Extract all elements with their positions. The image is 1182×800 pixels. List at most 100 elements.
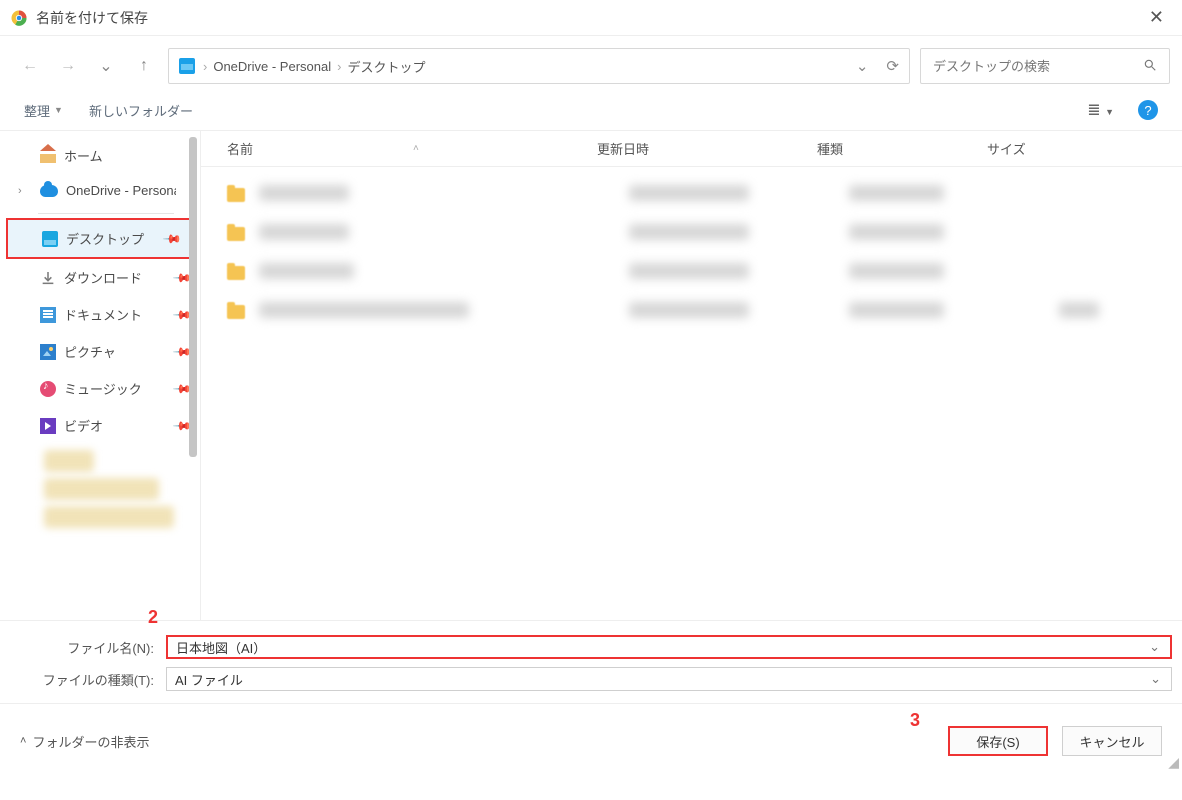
sidebar-item-redacted[interactable]: [44, 450, 94, 472]
filetype-dropdown[interactable]: AI ファイル: [166, 667, 1172, 691]
back-button[interactable]: ←: [16, 57, 44, 75]
sidebar-item-pictures[interactable]: ピクチャ 📌: [0, 333, 200, 370]
file-type-redacted: [849, 224, 944, 240]
sidebar-item-videos[interactable]: ビデオ 📌: [0, 407, 200, 444]
folder-icon: [227, 305, 245, 319]
file-type-redacted: [849, 302, 944, 318]
file-name-redacted: [259, 185, 349, 201]
file-type-redacted: [849, 185, 944, 201]
picture-icon: [40, 344, 56, 360]
folder-icon: [227, 266, 245, 280]
address-bar[interactable]: › OneDrive - Personal › デスクトップ ⌄ ⟳: [168, 48, 910, 84]
breadcrumb-desktop[interactable]: デスクトップ: [347, 57, 425, 76]
file-row[interactable]: [201, 175, 1182, 214]
column-label: 名前: [227, 139, 253, 158]
breadcrumb-sep-icon: ›: [203, 59, 207, 74]
sidebar-item-music[interactable]: ミュージック 📌: [0, 370, 200, 407]
sidebar-scrollbar[interactable]: [189, 131, 197, 610]
forward-button[interactable]: →: [54, 57, 82, 75]
file-row[interactable]: [201, 214, 1182, 253]
file-date-redacted: [629, 224, 749, 240]
sidebar-item-label: ホーム: [64, 146, 103, 165]
column-header-name[interactable]: 名前 ˄: [227, 139, 597, 158]
sidebar-item-label: OneDrive - Personal: [66, 183, 176, 198]
column-header-date[interactable]: 更新日時: [597, 139, 817, 158]
file-name-redacted: [259, 302, 469, 318]
window-title: 名前を付けて保存: [36, 8, 1141, 28]
hide-folders-toggle[interactable]: ˄ フォルダーの非表示: [20, 732, 149, 751]
folder-icon: [227, 188, 245, 202]
new-folder-button[interactable]: 新しいフォルダー: [89, 101, 193, 120]
sidebar-item-redacted[interactable]: [44, 478, 159, 500]
file-list-pane: 名前 ˄ 更新日時 種類 サイズ: [200, 131, 1182, 620]
sidebar-item-label: ミュージック: [64, 379, 142, 398]
hide-folders-label: フォルダーの非表示: [32, 732, 149, 751]
video-icon: [40, 418, 56, 434]
filetype-label: ファイルの種類(T):: [10, 670, 160, 689]
file-name-redacted: [259, 224, 349, 240]
sidebar-item-label: ビデオ: [64, 416, 103, 435]
location-icon: [179, 58, 195, 74]
search-icon[interactable]: [1143, 58, 1157, 75]
main-area: ホーム › OneDrive - Personal 1 デスクトップ 📌 ダウン…: [0, 130, 1182, 620]
sort-caret-icon: ˄: [413, 143, 419, 154]
search-box[interactable]: [920, 48, 1170, 84]
sidebar-item-label: ダウンロード: [64, 268, 142, 287]
sidebar-item-redacted[interactable]: [44, 506, 174, 528]
filename-label: ファイル名(N):: [10, 638, 160, 657]
sidebar-item-documents[interactable]: ドキュメント 📌: [0, 296, 200, 333]
sidebar-item-onedrive[interactable]: › OneDrive - Personal: [0, 174, 200, 207]
nav-row: ← → ⌄ ↑ › OneDrive - Personal › デスクトップ ⌄…: [0, 36, 1182, 96]
file-date-redacted: [629, 302, 749, 318]
music-icon: [40, 381, 56, 397]
help-button[interactable]: ?: [1138, 100, 1158, 120]
file-row[interactable]: [201, 253, 1182, 292]
home-icon: [40, 149, 56, 163]
address-dropdown-icon[interactable]: ⌄: [856, 57, 869, 75]
recent-locations-dropdown[interactable]: ⌄: [92, 56, 120, 76]
expander-icon[interactable]: ›: [18, 185, 22, 197]
refresh-button[interactable]: ⟳: [886, 57, 899, 75]
file-date-redacted: [629, 185, 749, 201]
file-size-redacted: [1059, 302, 1099, 318]
breadcrumb-onedrive[interactable]: OneDrive - Personal: [213, 59, 331, 74]
column-headers: 名前 ˄ 更新日時 種類 サイズ: [201, 131, 1182, 167]
resize-grip-icon[interactable]: ◢: [1168, 754, 1179, 771]
file-name-redacted: [259, 263, 354, 279]
column-header-size[interactable]: サイズ: [987, 139, 1087, 158]
file-list: [201, 167, 1182, 331]
view-options-button[interactable]: ≣ ▼: [1087, 100, 1114, 120]
sidebar-separator: [38, 213, 174, 214]
scroll-thumb[interactable]: [189, 137, 197, 457]
onedrive-icon: [40, 185, 58, 197]
caret-up-icon: ˄: [20, 735, 26, 747]
file-date-redacted: [629, 263, 749, 279]
organize-menu[interactable]: 整理 ▼: [24, 101, 63, 120]
breadcrumb: › OneDrive - Personal › デスクトップ: [203, 57, 848, 76]
download-icon: [40, 270, 56, 286]
column-header-type[interactable]: 種類: [817, 139, 987, 158]
organize-label: 整理: [24, 101, 50, 120]
title-bar: 名前を付けて保存 ✕: [0, 0, 1182, 36]
sidebar-item-desktop[interactable]: デスクトップ 📌: [6, 218, 192, 259]
navigation-sidebar: ホーム › OneDrive - Personal 1 デスクトップ 📌 ダウン…: [0, 131, 200, 620]
sidebar-item-home[interactable]: ホーム: [0, 137, 200, 174]
search-input[interactable]: [933, 59, 1143, 74]
file-row[interactable]: [201, 292, 1182, 331]
annotation-3: 3: [910, 710, 920, 731]
document-icon: [40, 307, 56, 323]
cancel-button[interactable]: キャンセル: [1062, 726, 1162, 756]
up-button[interactable]: ↑: [130, 57, 158, 75]
pin-icon[interactable]: 📌: [162, 228, 182, 248]
sidebar-item-label: ドキュメント: [64, 305, 142, 324]
filename-block: 2 ファイル名(N): 日本地図（AI） ファイルの種類(T): AI ファイル: [0, 620, 1182, 703]
dialog-footer: ˄ フォルダーの非表示 3 保存(S) キャンセル ◢: [0, 703, 1182, 774]
breadcrumb-sep-icon: ›: [337, 59, 341, 74]
sidebar-item-downloads[interactable]: ダウンロード 📌: [0, 259, 200, 296]
sidebar-item-label: デスクトップ: [66, 229, 144, 248]
save-button[interactable]: 保存(S): [948, 726, 1048, 756]
close-button[interactable]: ✕: [1141, 3, 1172, 32]
filename-input[interactable]: 日本地図（AI）: [166, 635, 1172, 659]
desktop-icon: [42, 231, 58, 247]
app-icon: [10, 9, 28, 27]
